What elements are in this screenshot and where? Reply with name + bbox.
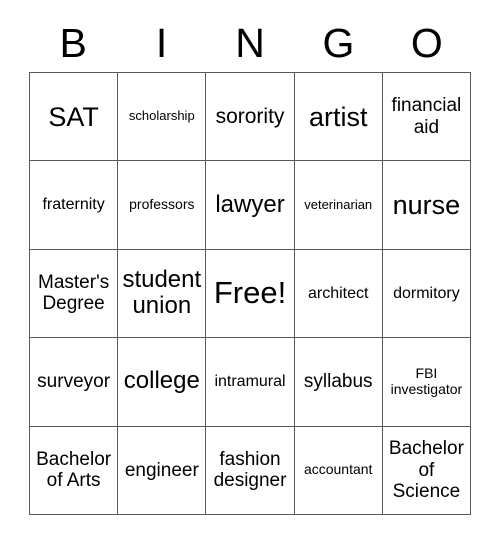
bingo-cell-label: sorority (215, 104, 285, 128)
header-letter-g: G (322, 19, 355, 66)
header-letter-n: N (235, 19, 265, 66)
bingo-cell-label: college (123, 367, 200, 395)
bingo-row: fraternity professors lawyer veterinaria… (30, 161, 472, 250)
bingo-cell[interactable]: engineer (118, 426, 207, 515)
bingo-cell-label: professors (129, 196, 195, 213)
bingo-cell-label: syllabus (303, 371, 373, 393)
bingo-cell[interactable]: student union (118, 249, 207, 339)
bingo-cell[interactable]: accountant (294, 426, 383, 515)
header-letter-i: I (155, 19, 168, 66)
bingo-cell[interactable]: scholarship (118, 73, 207, 162)
bingo-card: B I N G O SAT scholarship sorority artis… (29, 14, 472, 515)
bingo-row: Bachelor of Arts engineer fashion design… (30, 426, 472, 515)
bingo-cell[interactable]: Bachelor of Arts (30, 426, 119, 515)
bingo-cell[interactable]: fraternity (30, 161, 119, 250)
bingo-cell-label: veterinarian (304, 196, 373, 212)
bingo-cell-label: accountant (303, 461, 373, 478)
bingo-cell[interactable]: nurse (382, 161, 472, 250)
bingo-cell-label: Master's Degree (38, 272, 110, 315)
bingo-cell-label: engineer (124, 459, 199, 481)
bingo-cell[interactable]: veterinarian (294, 161, 383, 250)
bingo-cell[interactable]: architect (294, 249, 383, 339)
bingo-cell-label: intramural (214, 372, 286, 390)
bingo-cell-label: dormitory (393, 284, 460, 302)
bingo-cell[interactable]: intramural (206, 338, 295, 427)
bingo-cell[interactable]: college (118, 338, 207, 427)
bingo-cell-label: Bachelor of Science (388, 438, 464, 502)
bingo-cell[interactable]: lawyer (206, 161, 295, 250)
bingo-cell[interactable]: FBI investigator (382, 338, 472, 427)
bingo-cell-label: Bachelor of Arts (36, 448, 112, 492)
bingo-row: surveyor college intramural syllabus FBI… (30, 338, 472, 427)
bingo-cell[interactable]: syllabus (294, 338, 383, 427)
bingo-cell-label: FBI investigator (390, 365, 463, 397)
bingo-grid: SAT scholarship sorority artist financia… (29, 72, 472, 515)
bingo-cell-label: nurse (392, 189, 461, 220)
bingo-cell[interactable]: dormitory (382, 249, 472, 339)
bingo-cell[interactable]: artist (294, 73, 383, 162)
bingo-cell-label: surveyor (37, 371, 111, 393)
bingo-cell[interactable]: fashion designer (206, 426, 295, 515)
bingo-cell-label: fraternity (42, 196, 105, 214)
bingo-cell[interactable]: SAT (30, 73, 119, 162)
bingo-cell-label: financial aid (391, 95, 462, 138)
bingo-cell-label: scholarship (128, 108, 195, 124)
bingo-cell[interactable]: Bachelor of Science (382, 426, 472, 515)
header-letter-b: B (59, 19, 87, 66)
bingo-cell-label: student union (122, 265, 202, 320)
bingo-cell-label: SAT (48, 101, 99, 132)
bingo-cell[interactable]: Master's Degree (30, 249, 119, 339)
bingo-cell-label: Free! (213, 275, 287, 311)
bingo-cell[interactable]: financial aid (382, 73, 472, 162)
bingo-cell-label: architect (307, 284, 369, 302)
bingo-row: SAT scholarship sorority artist financia… (30, 73, 472, 162)
bingo-header-row: B I N G O (29, 14, 471, 72)
bingo-cell-label: lawyer (215, 190, 285, 218)
header-letter-o: O (410, 19, 443, 66)
bingo-cell-free-space[interactable]: Free! (206, 249, 295, 339)
bingo-cell[interactable]: surveyor (30, 338, 119, 427)
bingo-row: Master's Degree student union Free! arch… (30, 249, 472, 339)
bingo-cell-label: artist (308, 101, 368, 132)
bingo-cell-label: fashion designer (213, 448, 287, 492)
bingo-cell[interactable]: professors (118, 161, 207, 250)
bingo-cell[interactable]: sorority (206, 73, 295, 162)
